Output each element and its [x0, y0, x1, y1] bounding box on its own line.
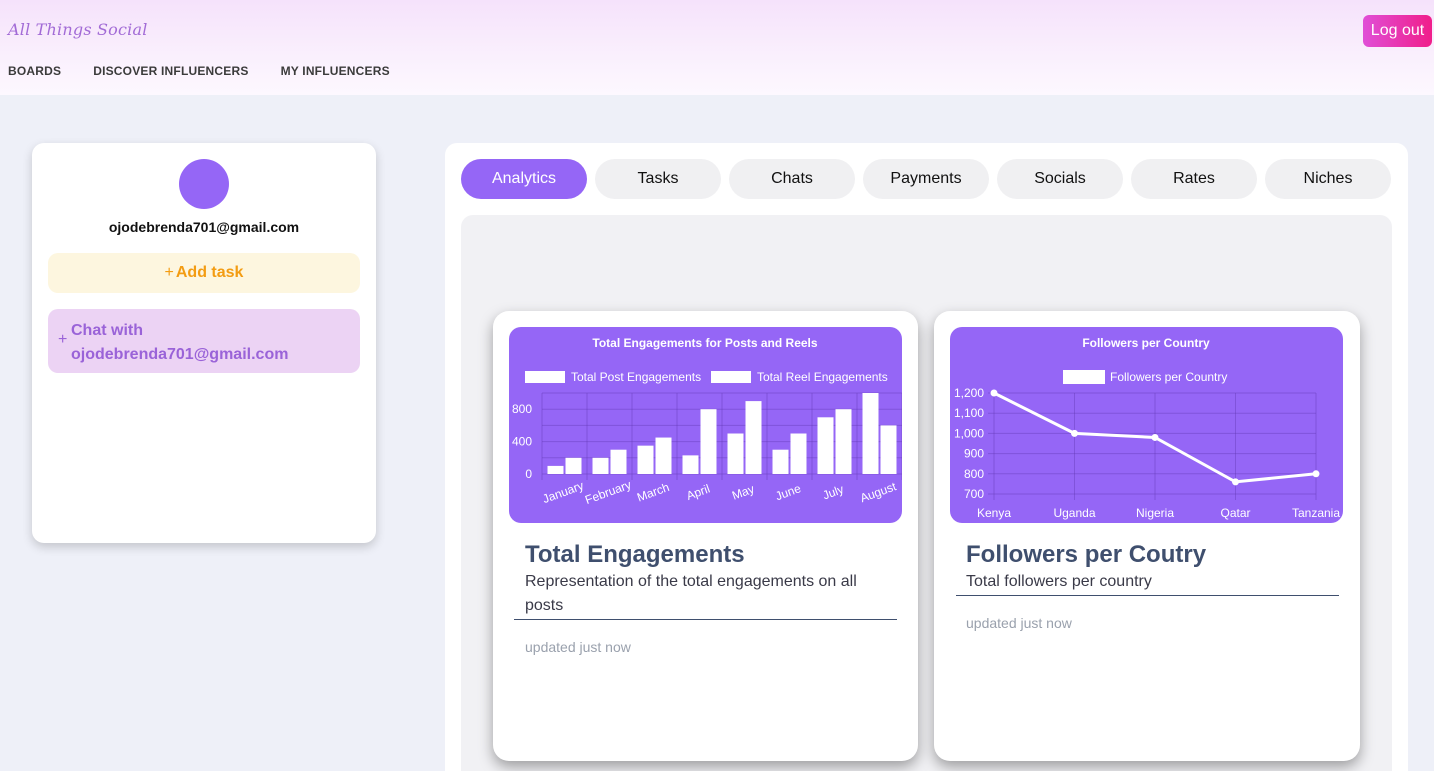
bar — [682, 455, 699, 474]
tab-chats[interactable]: Chats — [729, 159, 855, 199]
engagements-chart: Total Engagements for Posts and Reels Tot… — [509, 327, 902, 523]
tab-bar: Analytics Tasks Chats Payments Socials R… — [461, 159, 1391, 199]
nav-boards[interactable]: BOARDS — [8, 64, 61, 78]
chart-title: Followers per Country — [1082, 336, 1210, 350]
profile-email: ojodebrenda701@gmail.com — [108, 219, 300, 235]
avatar — [179, 159, 229, 209]
card-subtitle-line2: posts — [525, 597, 564, 614]
tab-socials[interactable]: Socials — [997, 159, 1123, 199]
card-title: Followers per Coutry — [966, 541, 1207, 568]
y-tick-label: 1,100 — [954, 406, 984, 420]
x-tick-label: April — [684, 482, 711, 503]
x-tick-label: June — [774, 481, 804, 503]
engagements-card: Total Engagements for Posts and Reels Tot… — [493, 311, 918, 761]
bar — [880, 425, 897, 474]
add-task-label: Add task — [175, 264, 244, 281]
data-point — [1312, 470, 1320, 478]
data-point — [1071, 429, 1078, 437]
x-tick-label: August — [858, 479, 899, 505]
bar — [565, 457, 582, 474]
x-tick-label: January — [541, 478, 586, 506]
chat-with-label-line1: Chat with — [71, 322, 143, 339]
card-subtitle: Total followers per country — [966, 573, 1152, 590]
data-point — [1232, 478, 1239, 486]
followers-chart: Followers per Country Followers per Count… — [950, 327, 1343, 523]
bar — [817, 417, 834, 474]
bar — [655, 437, 672, 474]
bar — [745, 401, 762, 474]
x-tick-label: March — [635, 480, 671, 505]
y-tick-label: 1,200 — [954, 386, 984, 400]
divider — [956, 595, 1339, 596]
y-tick-label: 0 — [525, 467, 532, 481]
chart-title: Total Engagements for Posts and Reels — [592, 336, 817, 350]
bar — [637, 445, 654, 474]
add-task-button[interactable]: + Add task — [48, 253, 360, 293]
plus-icon: + — [58, 331, 68, 348]
chat-with-label: Chat with ojodebrenda701@gmail.com — [71, 319, 288, 367]
legend-label: Total Post Engagements — [571, 370, 701, 384]
updated-text: updated just now — [525, 639, 631, 655]
tab-payments[interactable]: Payments — [863, 159, 989, 199]
bar — [772, 449, 789, 474]
legend-label: Total Reel Engagements — [757, 370, 888, 384]
plus-icon: + — [164, 264, 174, 281]
x-tick-label: Qatar — [1220, 506, 1250, 520]
y-tick-label: 800 — [964, 467, 984, 481]
bar — [700, 409, 717, 474]
card-title: Total Engagements — [525, 541, 745, 568]
bar — [610, 449, 627, 474]
updated-text: updated just now — [966, 615, 1072, 631]
tab-analytics[interactable]: Analytics — [461, 159, 587, 199]
legend-label: Followers per Country — [1110, 370, 1227, 384]
legend-swatch — [711, 371, 751, 383]
y-tick-label: 1,000 — [954, 426, 984, 440]
chat-with-label-line2: ojodebrenda701@gmail.com — [71, 346, 289, 363]
data-point — [990, 389, 998, 397]
nav-discover-influencers[interactable]: DISCOVER INFLUENCERS — [93, 64, 248, 78]
bar — [862, 393, 879, 474]
bar — [727, 433, 744, 474]
bar — [835, 409, 852, 474]
tab-niches[interactable]: Niches — [1265, 159, 1391, 199]
legend-swatch — [1063, 370, 1105, 384]
bar — [547, 465, 564, 474]
y-tick-label: 900 — [964, 447, 984, 461]
y-tick-label: 700 — [964, 487, 984, 501]
card-subtitle-line1: Representation of the total engagements … — [525, 573, 857, 590]
bar — [790, 433, 807, 474]
brand-logo[interactable]: All Things Social — [8, 20, 148, 39]
x-tick-label: Tanzania — [1292, 506, 1340, 520]
nav-my-influencers[interactable]: MY INFLUENCERS — [281, 64, 390, 78]
chat-with-button[interactable]: + Chat with ojodebrenda701@gmail.com — [48, 309, 360, 373]
main-nav: BOARDS DISCOVER INFLUENCERS MY INFLUENCE… — [8, 64, 422, 78]
x-tick-label: Nigeria — [1136, 506, 1174, 520]
legend-swatch — [525, 371, 565, 383]
x-tick-label: July — [821, 482, 846, 502]
y-tick-label: 400 — [512, 435, 532, 449]
followers-chart-svg: Followers per Country Followers per Count… — [954, 336, 1340, 520]
data-point — [1151, 433, 1159, 441]
divider — [514, 619, 897, 620]
x-tick-label: Kenya — [977, 506, 1011, 520]
tab-rates[interactable]: Rates — [1131, 159, 1257, 199]
top-bar: All Things Social Log out BOARDS DISCOVE… — [0, 0, 1434, 95]
card-subtitle: Representation of the total engagements … — [525, 570, 857, 618]
x-tick-label: May — [730, 482, 756, 503]
x-tick-label: Uganda — [1053, 506, 1095, 520]
logout-button[interactable]: Log out — [1363, 15, 1432, 47]
tab-tasks[interactable]: Tasks — [595, 159, 721, 199]
bar — [592, 457, 609, 474]
profile-card: ojodebrenda701@gmail.com + Add task + Ch… — [32, 143, 376, 543]
y-tick-label: 800 — [512, 402, 532, 416]
followers-card: Followers per Country Followers per Count… — [934, 311, 1360, 761]
x-tick-label: February — [583, 477, 633, 507]
engagements-chart-svg: Total Engagements for Posts and Reels Tot… — [512, 336, 902, 507]
